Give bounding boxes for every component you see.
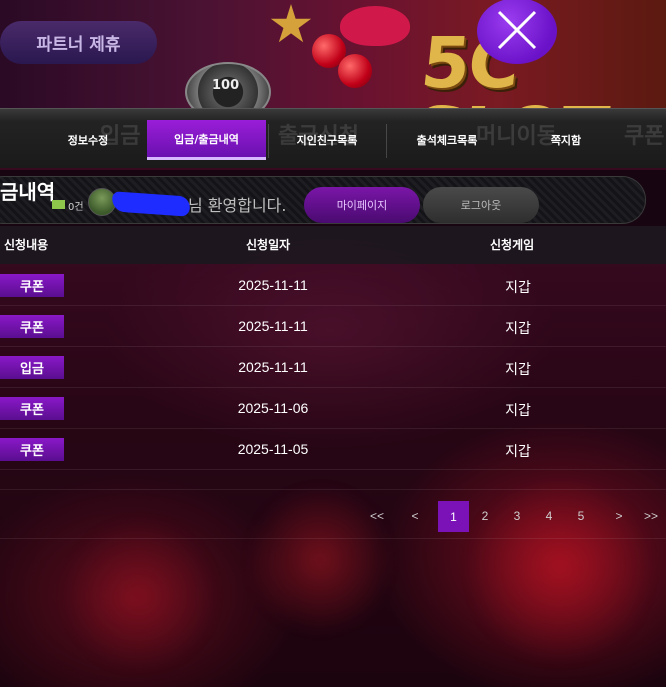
pagination-page-5[interactable]: 5 bbox=[566, 501, 596, 531]
nav-ghost-text: 쿠폰 bbox=[624, 124, 665, 149]
row-game: 지갑 bbox=[505, 280, 531, 296]
close-icon bbox=[497, 10, 537, 50]
row-game: 지갑 bbox=[505, 321, 531, 337]
logout-button[interactable]: 로그아웃 bbox=[423, 187, 539, 223]
background-slot-cherry bbox=[60, 520, 220, 670]
row-game: 지갑 bbox=[505, 362, 531, 378]
row-date: 2025-11-11 bbox=[238, 318, 308, 334]
mypage-button[interactable]: 마이페이지 bbox=[304, 187, 420, 223]
column-header-date: 신청일자 bbox=[246, 238, 291, 252]
chip-label: 100 bbox=[212, 78, 240, 93]
table-row: 쿠폰 2025-11-11 지갑 bbox=[0, 265, 666, 306]
lips-decoration-icon bbox=[340, 6, 410, 46]
tab-profile-edit[interactable]: 정보수정 bbox=[50, 120, 126, 160]
pagination-first-button[interactable]: << bbox=[362, 501, 392, 531]
type-badge: 쿠폰 bbox=[0, 397, 64, 420]
pagination-page-1[interactable]: 1 bbox=[438, 501, 469, 532]
row-date: 2025-11-06 bbox=[237, 400, 309, 416]
nav-divider bbox=[268, 124, 269, 158]
row-date: 2025-11-05 bbox=[237, 441, 309, 457]
column-header-game: 신청게임 bbox=[490, 238, 535, 252]
row-game: 지갑 bbox=[505, 403, 531, 419]
divider bbox=[0, 538, 666, 539]
tab-messages[interactable]: 쪽지함 bbox=[536, 120, 596, 160]
divider bbox=[0, 489, 666, 490]
pagination-prev-button[interactable]: < bbox=[400, 501, 430, 531]
type-badge: 쿠폰 bbox=[0, 315, 64, 338]
tab-attendance-list[interactable]: 출석체크목록 bbox=[400, 120, 494, 160]
row-game: 지갑 bbox=[505, 444, 531, 460]
row-date: 2025-11-11 bbox=[238, 359, 308, 375]
table-row: 쿠폰 2025-11-05 지갑 bbox=[0, 429, 666, 470]
page-title: 금내역 bbox=[0, 180, 56, 204]
cherry-icon bbox=[338, 54, 372, 88]
type-badge: 쿠폰 bbox=[0, 438, 64, 461]
mail-icon[interactable] bbox=[52, 200, 65, 209]
background-slot-cherry bbox=[470, 470, 650, 670]
row-date: 2025-11-11 bbox=[238, 277, 308, 293]
welcome-text: 님 환영합니다. bbox=[188, 196, 287, 215]
table-row: 쿠폰 2025-11-06 지갑 bbox=[0, 388, 666, 429]
star-decoration-icon bbox=[270, 4, 312, 43]
nav-divider bbox=[386, 124, 387, 158]
pagination-last-button[interactable]: >> bbox=[636, 501, 666, 531]
pagination-page-4[interactable]: 4 bbox=[534, 501, 564, 531]
close-button[interactable] bbox=[477, 0, 557, 64]
table-row: 쿠폰 2025-11-11 지갑 bbox=[0, 306, 666, 347]
tab-friend-list[interactable]: 지인친구목록 bbox=[280, 120, 374, 160]
mail-count[interactable]: 0건 bbox=[68, 198, 84, 213]
tab-deposit-withdraw-history[interactable]: 입금/출금내역 bbox=[147, 120, 266, 160]
table-header bbox=[0, 226, 666, 264]
pagination-page-2[interactable]: 2 bbox=[470, 501, 500, 531]
pagination-page-3[interactable]: 3 bbox=[502, 501, 532, 531]
type-badge: 쿠폰 bbox=[0, 274, 64, 297]
type-badge: 입금 bbox=[0, 356, 64, 379]
pagination-next-button[interactable]: > bbox=[604, 501, 634, 531]
table-row: 입금 2025-11-11 지갑 bbox=[0, 347, 666, 388]
partner-button[interactable]: 파트너 제휴 bbox=[0, 21, 157, 64]
column-header-type: 신청내용 bbox=[4, 238, 49, 252]
